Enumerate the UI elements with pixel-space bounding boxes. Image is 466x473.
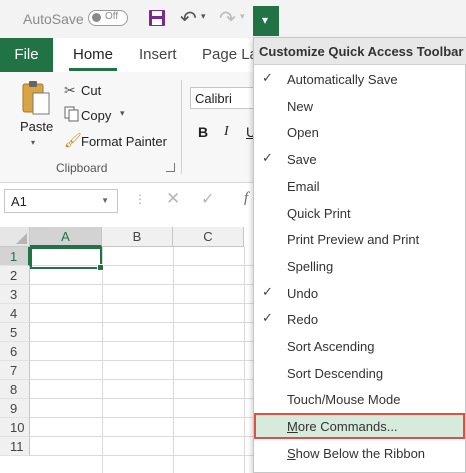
menu-item-label: Email	[287, 178, 320, 194]
row-header[interactable]: 11	[0, 437, 30, 456]
row-header[interactable]: 10	[0, 418, 30, 437]
active-cell[interactable]	[30, 247, 104, 271]
insert-function-icon[interactable]: f	[244, 190, 248, 207]
menu-item[interactable]: Spelling	[254, 253, 465, 279]
checkmark-icon: ✓	[262, 310, 273, 326]
row-header[interactable]: 2	[0, 266, 30, 285]
undo-dropdown-icon[interactable]: ▾	[201, 11, 206, 22]
menu-item-label: Show Below the Ribbon	[287, 445, 426, 461]
menu-item[interactable]: Show Below the Ribbon	[254, 440, 465, 466]
customize-qat-icon: ▾	[262, 13, 269, 27]
menu-item-label: New	[287, 98, 314, 114]
row-header[interactable]: 6	[0, 342, 30, 361]
cut-button[interactable]: Cut	[81, 83, 101, 98]
row-header[interactable]: 7	[0, 361, 30, 380]
row-header[interactable]: 8	[0, 380, 30, 399]
menu-item[interactable]: More Commands...	[254, 413, 465, 440]
paste-icon[interactable]	[21, 80, 51, 119]
redo-icon[interactable]: ↷	[219, 6, 236, 31]
copy-dropdown-icon[interactable]: ▾	[120, 108, 125, 119]
tab-home[interactable]: Home	[73, 46, 113, 63]
formula-bar-grip-icon[interactable]: ⋮	[134, 192, 146, 206]
menu-item-label: Spelling	[287, 258, 334, 274]
chevron-down-icon[interactable]: ▼	[101, 196, 109, 205]
menu-item[interactable]: ✓ Save	[254, 146, 465, 172]
menu-item[interactable]: Print Preview and Print	[254, 226, 465, 252]
tab-file[interactable]: File	[0, 38, 53, 72]
name-box-value: A1	[11, 194, 27, 209]
paste-dropdown-icon[interactable]: ▾	[31, 138, 35, 147]
bold-button[interactable]: B	[198, 124, 208, 140]
cancel-icon[interactable]: ✕	[166, 189, 180, 209]
name-box[interactable]: A1 ▼	[4, 189, 118, 213]
menu-item[interactable]: Quick Print	[254, 200, 465, 226]
font-name-value: Calibri	[195, 91, 232, 106]
menu-item-label: Undo	[287, 285, 319, 301]
format-painter-icon[interactable]: 🖌	[64, 132, 82, 149]
menu-item[interactable]: Sort Descending	[254, 360, 465, 386]
column-header[interactable]: C	[173, 227, 244, 247]
autosave-toggle[interactable]: Off	[88, 10, 128, 26]
select-all-corner[interactable]	[0, 227, 30, 247]
row-header[interactable]: 3	[0, 285, 30, 304]
format-painter-button[interactable]: Format Painter	[81, 134, 167, 149]
save-icon[interactable]	[148, 9, 166, 30]
menu-item-label: Automatically Save	[287, 72, 398, 87]
menu-item-label: Print Preview and Print	[287, 232, 420, 248]
scissors-icon[interactable]: ✂	[64, 82, 76, 99]
tab-page-layout[interactable]: Page La	[202, 46, 258, 63]
menu-title: Customize Quick Access Toolbar	[259, 44, 464, 59]
column-header[interactable]: B	[102, 227, 173, 247]
paste-button[interactable]: Paste	[20, 119, 53, 134]
fill-handle[interactable]	[97, 264, 104, 271]
clipboard-group-label: Clipboard	[56, 161, 108, 175]
menu-item-label: Touch/Mouse Mode	[287, 392, 401, 408]
menu-item-label: Sort Ascending	[287, 339, 375, 354]
toggle-knob	[92, 13, 101, 22]
menu-header: Customize Quick Access Toolbar	[254, 38, 466, 65]
menu-item[interactable]: Touch/Mouse Mode	[254, 386, 465, 412]
copy-button[interactable]: Copy	[81, 108, 111, 123]
customize-qat-button[interactable]: ▾	[253, 6, 279, 36]
row-header[interactable]: 4	[0, 304, 30, 323]
menu-item-label: Save	[287, 152, 317, 168]
checkmark-icon: ✓	[262, 70, 273, 85]
row-header[interactable]: 9	[0, 399, 30, 418]
dialog-launcher-icon[interactable]	[166, 163, 175, 172]
font-name-box[interactable]: Calibri	[190, 87, 254, 109]
menu-item-label: Redo	[287, 312, 319, 328]
menu-item[interactable]: Open	[254, 119, 465, 145]
checkmark-icon: ✓	[262, 150, 273, 166]
tab-home-indicator	[69, 68, 117, 71]
menu-item[interactable]: ✓ Undo	[254, 280, 465, 306]
menu-item-label: Open	[287, 125, 319, 141]
italic-button[interactable]: I	[224, 124, 229, 140]
menu-item-label: Quick Print	[287, 205, 351, 221]
menu-item[interactable]: ✓ Redo	[254, 306, 465, 332]
undo-icon[interactable]: ↶	[180, 6, 197, 31]
autosave-state: Off	[105, 11, 119, 22]
menu-item[interactable]: Sort Ascending	[254, 333, 465, 359]
enter-icon[interactable]: ✓	[201, 189, 214, 209]
menu-item[interactable]: New	[254, 93, 465, 119]
row-header[interactable]: 1	[0, 247, 30, 266]
copy-icon[interactable]	[64, 106, 79, 125]
tab-insert[interactable]: Insert	[139, 46, 177, 63]
group-divider	[181, 80, 182, 174]
menu-item[interactable]: ✓ Automatically Save	[254, 66, 465, 92]
row-header[interactable]: 5	[0, 323, 30, 342]
redo-dropdown-icon[interactable]: ▾	[240, 11, 245, 22]
menu-item-label: Sort Descending	[287, 365, 384, 381]
menu-item[interactable]: Email	[254, 173, 465, 199]
checkmark-icon: ✓	[262, 283, 273, 299]
column-header[interactable]: A	[30, 227, 102, 247]
autosave-label: AutoSave	[23, 11, 84, 27]
menu-item-label: More Commands...	[287, 419, 398, 435]
